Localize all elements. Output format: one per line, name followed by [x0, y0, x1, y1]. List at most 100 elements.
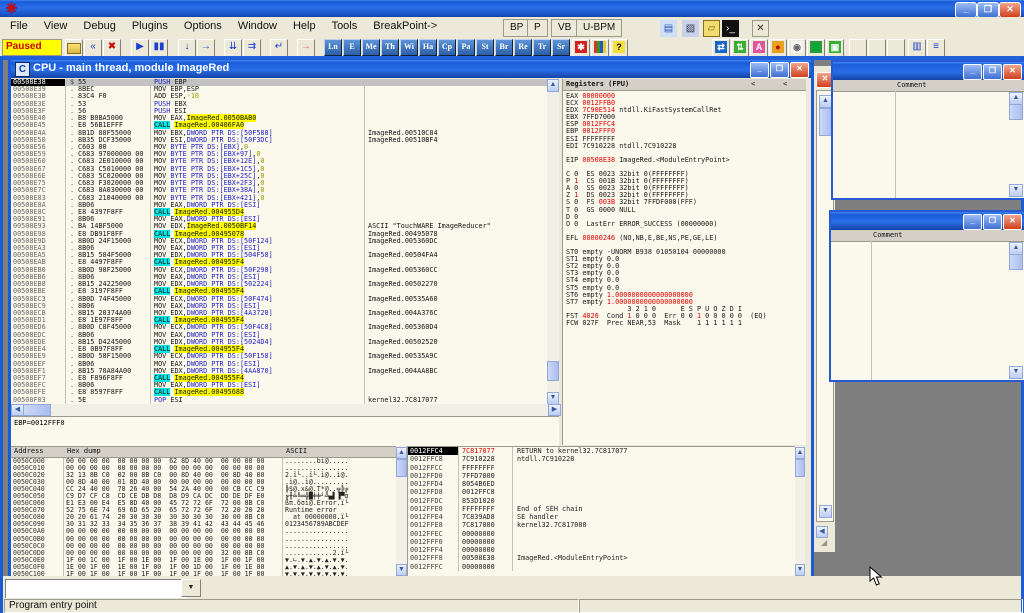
breakpoint-circle-icon[interactable]: ● [769, 39, 787, 57]
comment-window-2-maximize[interactable]: ❐ [983, 214, 1002, 230]
dump-scroll-thumb[interactable] [396, 459, 407, 477]
comment-column-header[interactable]: Comment [897, 81, 927, 89]
comment-window-2-close[interactable]: ✕ [1003, 214, 1022, 230]
dump-scroll-up[interactable]: ▲ [396, 447, 407, 459]
updown-icon[interactable]: ⇅ [731, 39, 749, 57]
cpu-close-button[interactable]: ✕ [790, 62, 809, 78]
command-input[interactable] [5, 579, 187, 599]
stack-scroll-down[interactable]: ▼ [795, 564, 805, 576]
comment-window-1-scroll-thumb[interactable] [1009, 104, 1023, 120]
hotkeys-icon[interactable]: ▦ [807, 39, 825, 57]
comment-window-1-titlebar[interactable]: _ ❐ ✕ [833, 62, 1024, 80]
comment-window-2-scroll-thumb[interactable] [1009, 254, 1023, 270]
stack-row[interactable]: 0012FFC87C910228ntdll.7C910228 [408, 455, 796, 463]
letter-button-th[interactable]: Th [381, 39, 399, 56]
info-icon[interactable]: ▧ [682, 20, 699, 37]
plugin-toolbar-close-button[interactable]: ✕ [752, 20, 769, 37]
comment-window-1-close[interactable]: ✕ [1003, 64, 1022, 80]
goto-address-icon[interactable]: → [297, 39, 315, 57]
letter-button-ln[interactable]: Ln [324, 39, 342, 56]
plugin-button-vb[interactable]: VB [551, 19, 578, 37]
comment-window-1-scroll-down[interactable]: ▼ [1009, 184, 1023, 197]
registers-pane[interactable]: Registers (FPU) < < EAX 00000000ECX 0012… [562, 79, 806, 445]
dump-col-address[interactable]: Address [11, 447, 64, 457]
menu-item-file[interactable]: File [2, 17, 36, 38]
pause-icon[interactable]: ▮▮ [150, 39, 168, 57]
animate-over-icon[interactable]: ⇉ [243, 39, 261, 57]
stack-row[interactable]: 0012FFEC00000000 [408, 530, 796, 538]
letter-button-tr[interactable]: Tr [533, 39, 551, 56]
minimize-button[interactable]: _ [955, 2, 977, 18]
menu-item-breakpoint[interactable]: BreakPoint-> [365, 17, 445, 38]
console-icon[interactable]: ›_ [722, 20, 739, 37]
disasm-scroll-right[interactable]: ▶ [548, 404, 561, 416]
disassembly-pane[interactable]: 00508E38$55PUSH EBP00508E39.8BECMOV EBP,… [11, 79, 547, 404]
register-line[interactable]: EIP 00508E38 ImageRed.<ModuleEntryPoint> [566, 157, 806, 164]
stack-scrollbar[interactable]: ▲ ▼ [795, 446, 805, 575]
register-line[interactable]: O 0 LastErr ERROR_SUCCESS (00000000) [566, 221, 806, 228]
letter-button-me[interactable]: Me [362, 39, 380, 56]
restore-button[interactable]: ❐ [977, 2, 999, 18]
comment-window-2-titlebar[interactable]: _ ❐ ✕ [831, 212, 1024, 230]
highlight-icon[interactable]: A [750, 39, 768, 57]
run-icon[interactable]: ▶ [131, 39, 149, 57]
disasm-row[interactable]: 00508E3E.53PUSH EBX [11, 101, 547, 108]
comment-window-2-scroll-down[interactable]: ▼ [1009, 366, 1023, 379]
stack-row[interactable]: 0012FFF000000000 [408, 538, 796, 546]
spiral-icon[interactable]: ◉ [788, 39, 806, 57]
registers-collapse-left[interactable]: < [751, 79, 755, 89]
dump-scroll-down[interactable]: ▼ [396, 564, 407, 576]
cpu-window-titlebar[interactable]: C CPU - main thread, module ImageRed _ ❐… [11, 60, 811, 78]
menu-item-help[interactable]: Help [285, 17, 324, 38]
register-line[interactable]: EDI 7C910228 ntdll.7C910228 [566, 143, 806, 150]
register-line[interactable]: FCW 027F Prec NEAR,53 Mask 1 1 1 1 1 1 [566, 320, 806, 327]
stack-row[interactable]: 0012FFD07FFD7000 [408, 472, 796, 480]
stack-row[interactable]: 0012FFFC00000000 [408, 563, 796, 571]
dump-pane[interactable]: Address Hex dump ASCII 0050C00000 00 00 … [11, 446, 396, 576]
panels-icon[interactable]: ▥ [908, 39, 926, 57]
dump-scrollbar[interactable]: ▲ ▼ [396, 446, 407, 575]
folder-icon[interactable]: ▱ [703, 20, 720, 37]
close-button[interactable]: ✕ [999, 2, 1021, 18]
stack-row[interactable]: 0012FFDC853D1020 [408, 497, 796, 505]
title-bar[interactable]: ✳ _ ❐ ✕ [0, 0, 1024, 17]
disasm-row[interactable]: 00508EFE.E8 8597F8FFCALL ImageRed.004956… [11, 389, 547, 396]
command-dropdown-button[interactable]: ▼ [181, 579, 201, 597]
stack-row[interactable]: 0012FFE87C817080kernel32.7C817080 [408, 521, 796, 529]
dump-col-hex[interactable]: Hex dump [64, 447, 283, 457]
screen-icon[interactable]: ▣ [826, 39, 844, 57]
disasm-scrollbar[interactable]: ▲ ▼ [547, 79, 559, 404]
step-into-icon[interactable]: ↓ [178, 39, 196, 57]
stack-row[interactable]: 0012FFCCFFFFFFFF [408, 464, 796, 472]
disabled-1[interactable] [849, 39, 867, 57]
resize-grip[interactable]: ◢ [821, 538, 831, 548]
disasm-h-scroll-thumb[interactable] [23, 404, 51, 416]
cpu-maximize-button[interactable]: ❐ [770, 62, 789, 78]
appearance-icon[interactable] [591, 39, 609, 57]
menu-item-window[interactable]: Window [230, 17, 285, 38]
stack-pane[interactable]: 0012FFC47C817077RETURN to kernel32.7C817… [407, 446, 796, 576]
menu-item-options[interactable]: Options [176, 17, 230, 38]
disabled-2[interactable] [868, 39, 886, 57]
help-icon[interactable]: ? [610, 39, 628, 57]
comment-window-1-maximize[interactable]: ❐ [983, 64, 1002, 80]
notes-icon[interactable]: ▤ [660, 20, 677, 37]
letter-button-cp[interactable]: Cp [438, 39, 456, 56]
letter-button-br[interactable]: Br [495, 39, 513, 56]
letter-button-wi[interactable]: Wi [400, 39, 418, 56]
script-icon[interactable]: ≡ [927, 39, 945, 57]
terminate-icon[interactable]: ✖ [103, 39, 121, 57]
letter-button-st[interactable]: St [476, 39, 494, 56]
open-file-icon[interactable] [65, 39, 83, 57]
plugin-button-p[interactable]: P [527, 19, 548, 37]
dump-col-ascii[interactable]: ASCII [283, 447, 307, 457]
stack-row[interactable]: 0012FFC47C817077RETURN to kernel32.7C817… [408, 447, 796, 455]
until-return-icon[interactable]: ↵ [270, 39, 288, 57]
stack-row[interactable]: 0012FFE0FFFFFFFFEnd of SEH chain [408, 505, 796, 513]
register-line[interactable]: T 0 GS 0000 NULL [566, 207, 806, 214]
register-line[interactable]: EFL 00000246 (NO,NB,E,BE,NS,PE,GE,LE) [566, 235, 806, 242]
disasm-h-scrollbar[interactable]: ◀ ▶ [11, 404, 559, 416]
letter-button-pa[interactable]: Pa [457, 39, 475, 56]
options-icon[interactable]: ✱ [572, 39, 590, 57]
stack-row[interactable]: 0012FFF800508E38ImageRed.<ModuleEntryPoi… [408, 554, 796, 562]
